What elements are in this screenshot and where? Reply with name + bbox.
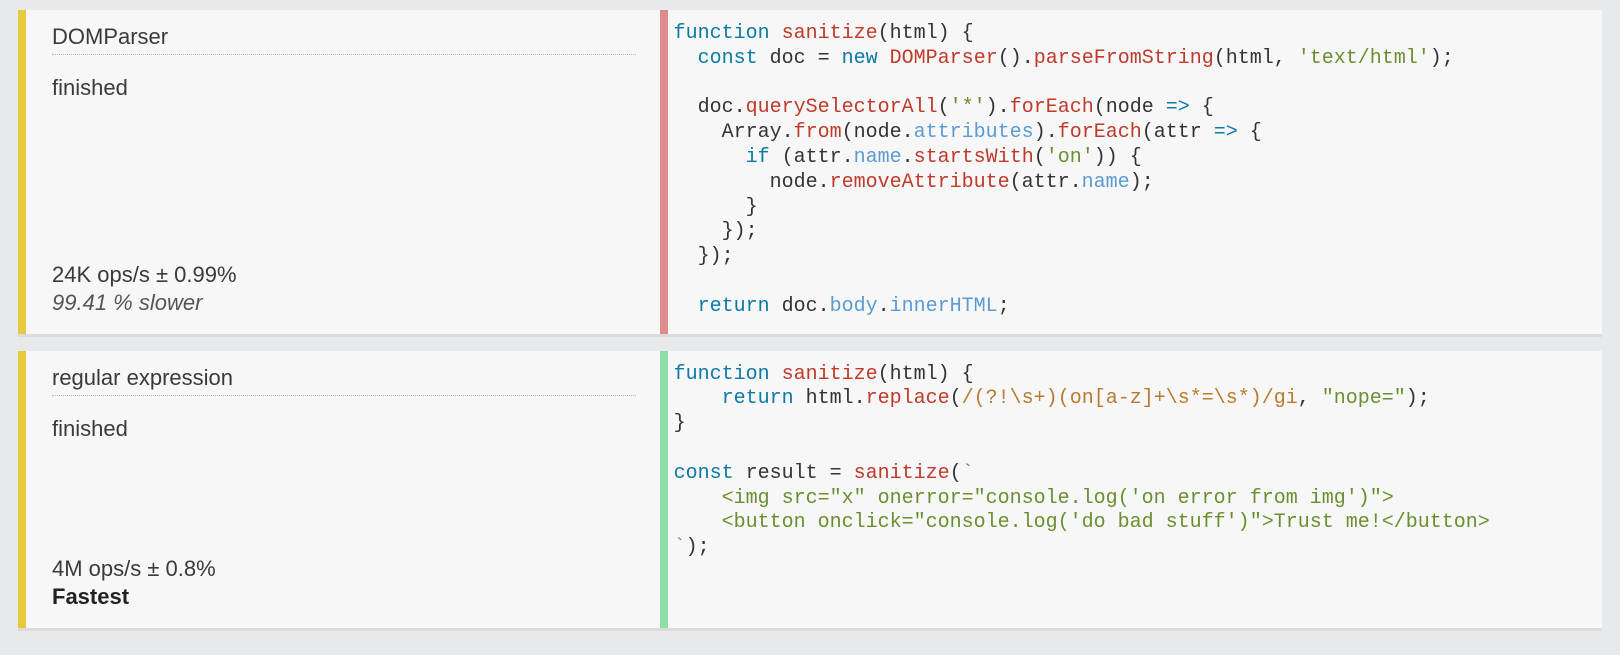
code-token: const: [674, 462, 734, 485]
code-token: (: [950, 387, 962, 410]
code-token: `: [674, 536, 686, 559]
code-token: }: [674, 196, 758, 219]
card-title: regular expression: [52, 365, 636, 396]
card-status: finished: [52, 75, 636, 101]
code-token: (node.: [842, 121, 914, 144]
code-token: );: [686, 536, 710, 559]
benchmark-card: DOMParser finished 24K ops/s ± 0.99% 99.…: [18, 10, 1602, 337]
code-token: attributes: [914, 121, 1034, 144]
code-token: doc.: [674, 96, 746, 119]
code-token: (attr.: [1010, 171, 1082, 194]
accent-bar: [18, 10, 26, 334]
code-token: if: [746, 146, 770, 169]
code-token: (attr: [1142, 121, 1214, 144]
code-token: (: [950, 462, 962, 485]
code-token: name: [854, 146, 902, 169]
code-token: (html) {: [878, 363, 974, 386]
code-accent-bar: [660, 351, 668, 628]
card-note: Fastest: [52, 584, 636, 610]
code-token: [842, 462, 854, 485]
card-left-panel: DOMParser finished 24K ops/s ± 0.99% 99.…: [26, 10, 660, 334]
code-token: {: [1190, 96, 1214, 119]
code-token: .: [902, 146, 914, 169]
code-token: ).: [1034, 121, 1058, 144]
code-token: Array.: [674, 121, 794, 144]
code-token: [674, 146, 746, 169]
code-token: '*': [950, 96, 986, 119]
code-token: querySelectorAll: [746, 96, 938, 119]
code-token: sanitize: [854, 462, 950, 485]
code-token: DOMParser: [878, 47, 998, 70]
card-status: finished: [52, 416, 636, 442]
code-token: (html,: [1214, 47, 1298, 70]
code-token: name: [1082, 171, 1130, 194]
code-token: forEach: [1010, 96, 1094, 119]
code-token: doc.: [770, 295, 830, 318]
card-title: DOMParser: [52, 24, 636, 55]
code-token: (node: [1094, 96, 1166, 119]
code-token: return: [674, 295, 770, 318]
code-token: const: [698, 47, 758, 70]
code-token: =>: [1214, 121, 1238, 144]
card-ops: 24K ops/s ± 0.99%: [52, 262, 636, 288]
code-token: (html) {: [878, 22, 974, 45]
card-metrics: 24K ops/s ± 0.99% 99.41 % slower: [52, 262, 636, 316]
code-token: 'text/html': [1298, 47, 1430, 70]
code-token: ,: [1298, 387, 1322, 410]
code-token: result: [734, 462, 830, 485]
code-token: (: [1034, 146, 1046, 169]
code-token: body: [830, 295, 878, 318]
code-token: innerHTML: [890, 295, 998, 318]
code-token: .: [878, 295, 890, 318]
code-token: });: [674, 220, 758, 243]
card-ops: 4M ops/s ± 0.8%: [52, 556, 636, 582]
code-token: parseFromString: [1034, 47, 1214, 70]
code-token: from: [794, 121, 842, 144]
code-token: ;: [998, 295, 1010, 318]
code-token: 'on': [1046, 146, 1094, 169]
code-token: `: [962, 462, 974, 485]
benchmark-card: regular expression finished 4M ops/s ± 0…: [18, 351, 1602, 631]
code-token: sanitize: [782, 363, 878, 386]
code-token: );: [1406, 387, 1430, 410]
code-token: return: [674, 387, 794, 410]
code-token: {: [1238, 121, 1262, 144]
code-token: }: [674, 412, 686, 435]
code-token: );: [1130, 171, 1154, 194]
code-token: new: [830, 47, 878, 70]
code-token: =: [830, 462, 842, 485]
code-token: /(?!\s+)(on[a-z]+\s*=\s*)/gi: [962, 387, 1298, 410]
code-block: function sanitize(html) { const doc = ne…: [668, 10, 1602, 334]
code-token: removeAttribute: [830, 171, 1010, 194]
code-accent-bar: [660, 10, 668, 334]
code-token: function: [674, 22, 770, 45]
code-token: "nope=": [1322, 387, 1406, 410]
code-token: forEach: [1058, 121, 1142, 144]
code-token: startsWith: [914, 146, 1034, 169]
code-token: doc: [758, 47, 818, 70]
code-token: node.: [674, 171, 830, 194]
code-token: replace: [866, 387, 950, 410]
card-metrics: 4M ops/s ± 0.8% Fastest: [52, 556, 636, 610]
code-token: =>: [1166, 96, 1190, 119]
code-token: <img src="x" onerror="console.log('on er…: [674, 487, 1394, 510]
code-token: )) {: [1094, 146, 1142, 169]
code-token: sanitize: [782, 22, 878, 45]
code-token: =: [818, 47, 830, 70]
code-token: );: [1430, 47, 1454, 70]
code-token: html.: [794, 387, 866, 410]
code-token: ).: [986, 96, 1010, 119]
code-token: });: [674, 245, 734, 268]
code-token: (: [938, 96, 950, 119]
code-token: (attr.: [770, 146, 854, 169]
code-token: function: [674, 363, 770, 386]
card-note: 99.41 % slower: [52, 290, 636, 316]
accent-bar: [18, 351, 26, 628]
code-token: ().: [998, 47, 1034, 70]
card-left-panel: regular expression finished 4M ops/s ± 0…: [26, 351, 660, 628]
code-block: function sanitize(html) { return html.re…: [668, 351, 1602, 628]
code-token: <button onclick="console.log('do bad stu…: [674, 511, 1490, 534]
